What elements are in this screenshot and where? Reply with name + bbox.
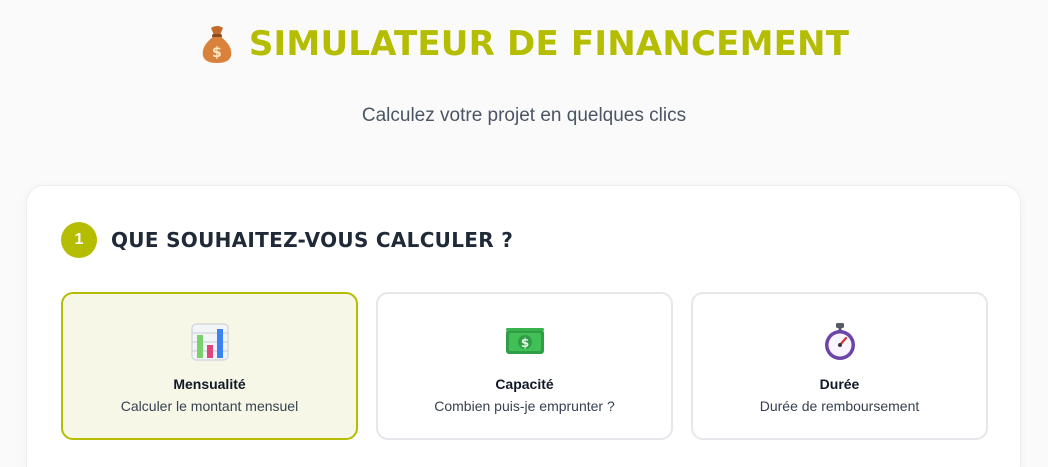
option-label: Capacité (495, 376, 554, 392)
step-title: QUE SOUHAITEZ-VOUS CALCULER ? (111, 228, 514, 252)
step-header: 1 QUE SOUHAITEZ-VOUS CALCULER ? (61, 222, 513, 258)
svg-text:$: $ (520, 336, 528, 350)
step-number-badge: 1 (61, 222, 97, 258)
bar-chart-icon (190, 322, 230, 362)
page-title: $ SIMULATEUR DE FINANCEMENT (199, 24, 849, 64)
calculation-card: 1 QUE SOUHAITEZ-VOUS CALCULER ? Mensuali… (26, 185, 1021, 467)
money-bill-icon: $ (505, 322, 545, 362)
page-subtitle: Calculez votre projet en quelques clics (361, 105, 687, 126)
svg-text:$: $ (212, 45, 222, 61)
simulator-page: $ SIMULATEUR DE FINANCEMENT Calculez vot… (0, 0, 1048, 467)
option-description: Combien puis-je emprunter ? (434, 398, 615, 414)
option-description: Calculer le montant mensuel (120, 398, 299, 414)
money-bag-icon: $ (199, 24, 235, 64)
option-duree[interactable]: Durée Durée de remboursement (691, 292, 988, 440)
header: $ SIMULATEUR DE FINANCEMENT Calculez vot… (0, 0, 1048, 127)
option-label: Durée (819, 376, 860, 392)
stopwatch-icon (820, 322, 860, 362)
calculation-options: Mensualité Calculer le montant mensuel $… (61, 292, 988, 440)
option-mensualite[interactable]: Mensualité Calculer le montant mensuel (61, 292, 358, 440)
page-title-text: SIMULATEUR DE FINANCEMENT (248, 24, 850, 64)
option-label: Mensualité (173, 376, 246, 392)
option-capacite[interactable]: $ Capacité Combien puis-je emprunter ? (376, 292, 673, 440)
option-description: Durée de remboursement (759, 398, 920, 414)
